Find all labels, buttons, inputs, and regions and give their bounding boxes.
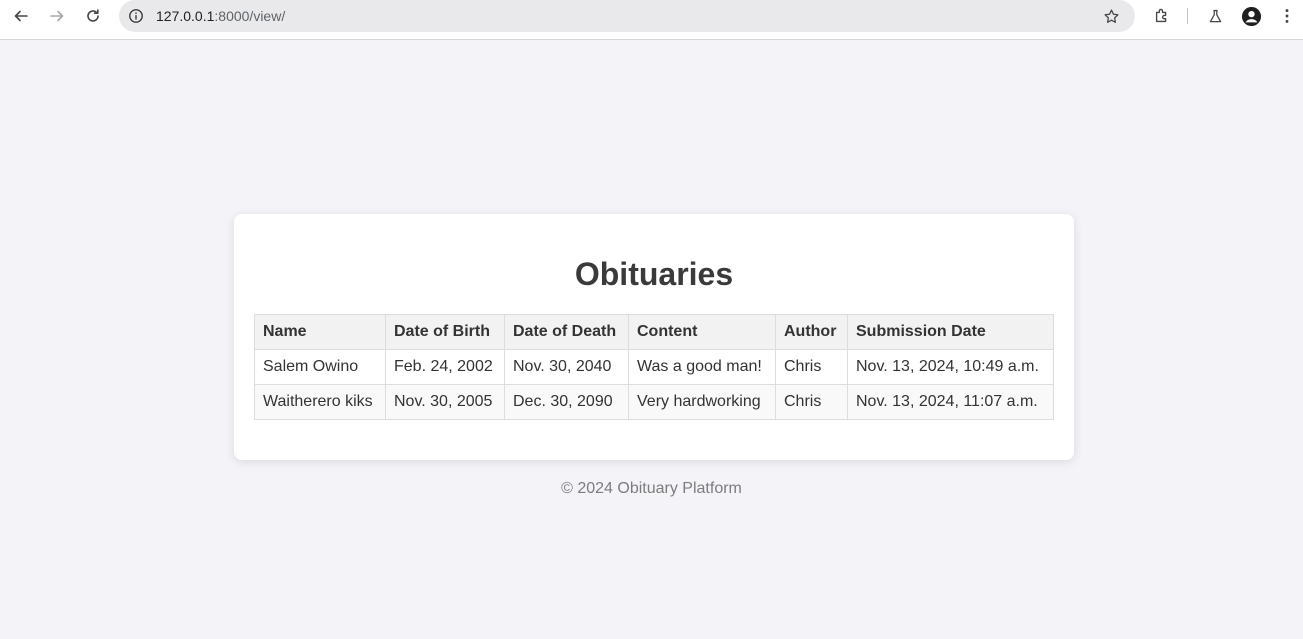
- cell-date-of-death: Nov. 30, 2040: [504, 349, 629, 385]
- cell-submission-date: Nov. 13, 2024, 11:07 a.m.: [847, 384, 1054, 420]
- url-text[interactable]: 127.0.0.1:8000/view/: [156, 8, 285, 24]
- cell-date-of-birth: Feb. 24, 2002: [385, 349, 505, 385]
- column-header: Submission Date: [847, 314, 1054, 350]
- column-header: Date of Death: [504, 314, 629, 350]
- more-menu-icon[interactable]: [1276, 5, 1298, 27]
- cell-date-of-death: Dec. 30, 2090: [504, 384, 629, 420]
- cell-date-of-birth: Nov. 30, 2005: [385, 384, 505, 420]
- page-title: Obituaries: [574, 256, 734, 292]
- obituaries-card: Obituaries Name Date of Birth Date of De…: [234, 214, 1074, 460]
- obituaries-table: Name Date of Birth Date of Death Content…: [254, 314, 1054, 420]
- table-row: Waitherero kiks Nov. 30, 2005 Dec. 30, 2…: [254, 384, 1054, 420]
- table-row: Salem Owino Feb. 24, 2002 Nov. 30, 2040 …: [254, 349, 1054, 385]
- cell-content: Was a good man!: [628, 349, 776, 385]
- profile-avatar-icon[interactable]: [1240, 5, 1262, 27]
- browser-toolbar: 127.0.0.1:8000/view/: [0, 0, 1303, 40]
- url-path: :8000/view/: [214, 8, 286, 24]
- back-arrow-icon[interactable]: [7, 4, 35, 28]
- site-info-icon[interactable]: [127, 7, 145, 25]
- column-header: Date of Birth: [385, 314, 505, 350]
- reload-icon[interactable]: [79, 4, 107, 28]
- cell-submission-date: Nov. 13, 2024, 10:49 a.m.: [847, 349, 1054, 385]
- table-header-row: Name Date of Birth Date of Death Content…: [254, 314, 1054, 350]
- url-host: 127.0.0.1: [156, 8, 215, 24]
- labs-flask-icon[interactable]: [1204, 5, 1226, 27]
- toolbar-divider: [1187, 8, 1188, 24]
- cell-author: Chris: [775, 349, 848, 385]
- column-header: Content: [628, 314, 776, 350]
- extensions-icon[interactable]: [1151, 5, 1173, 27]
- bookmark-star-icon[interactable]: [1101, 6, 1121, 26]
- forward-arrow-icon[interactable]: [43, 4, 71, 28]
- address-bar[interactable]: 127.0.0.1:8000/view/: [119, 0, 1135, 32]
- footer-copyright: © 2024 Obituary Platform: [561, 480, 742, 497]
- cell-content: Very hardworking: [628, 384, 776, 420]
- column-header: Author: [775, 314, 848, 350]
- cell-name: Waitherero kiks: [254, 384, 386, 420]
- cell-author: Chris: [775, 384, 848, 420]
- column-header: Name: [254, 314, 386, 350]
- cell-name: Salem Owino: [254, 349, 386, 385]
